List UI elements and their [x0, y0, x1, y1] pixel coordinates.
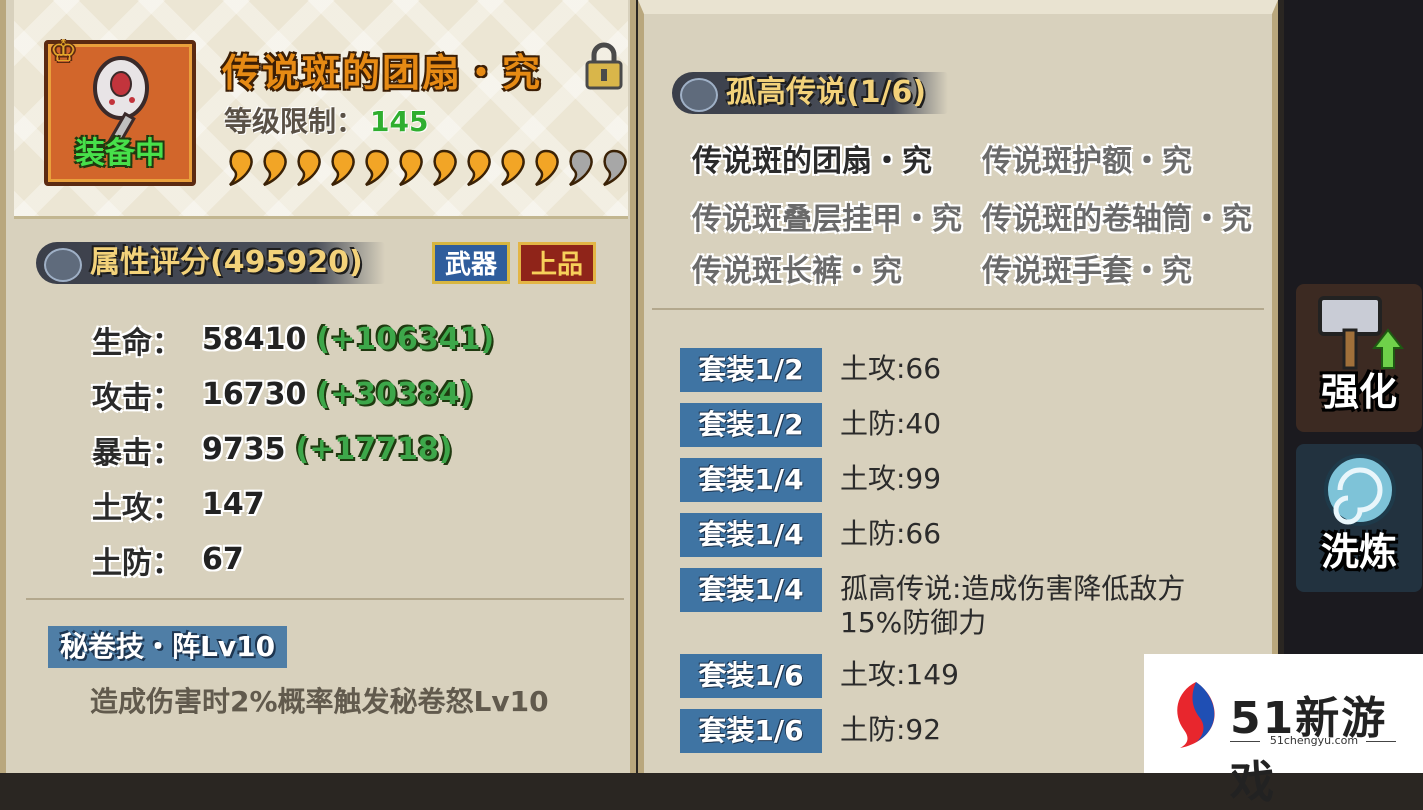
stat-label: 土攻：: [92, 490, 182, 526]
stat-value: 147: [202, 487, 265, 522]
attribute-icon: [44, 248, 82, 282]
star-filled-icon: [297, 149, 321, 187]
set-bonus-text: 孤高传说:造成伤害降低敌方15%防御力: [840, 572, 1186, 639]
divider: [652, 308, 1264, 310]
stat-list: 生命： 58410 (+106341) 攻击： 16730 (+30384) 暴…: [92, 312, 494, 587]
stat-value: 58410: [202, 322, 307, 357]
set-bonus-tag: 套装1/6: [680, 654, 822, 698]
level-value: 145: [370, 105, 429, 138]
set-bonus-text: 土攻:66: [840, 352, 942, 385]
quality-tag: 上品: [518, 242, 596, 284]
set-title: 孤高传说(1/6): [672, 72, 949, 114]
item-header: 装备中 ♔ 传说斑的团扇・究 等级限制： 145: [14, 0, 628, 219]
star-filled-icon: [331, 149, 355, 187]
set-item: 传说斑的团扇・究: [692, 144, 932, 179]
stat-bonus: (+106341): [316, 322, 495, 357]
set-bonus-tag: 套装1/4: [680, 513, 822, 557]
set-bonus-tag: 套装1/2: [680, 348, 822, 392]
star-empty-icon: [569, 149, 593, 187]
star-filled-icon: [365, 149, 389, 187]
refine-button[interactable]: 洗炼: [1296, 444, 1422, 592]
stat-value: 9735: [202, 432, 286, 467]
rank-badge-icon: ♔: [50, 34, 77, 69]
divider: [26, 598, 624, 600]
stat-row: 攻击： 16730 (+30384): [92, 367, 494, 422]
upgrade-button[interactable]: 强化: [1296, 284, 1422, 432]
item-detail-panel: 装备中 ♔ 传说斑的团扇・究 等级限制： 145 属性评分(495920) 武器 …: [0, 0, 636, 773]
star-empty-icon: [603, 149, 627, 187]
set-bonus-tag: 套装1/6: [680, 709, 822, 753]
refine-label: 洗炼: [1320, 530, 1397, 574]
skill-title: 秘卷技・阵Lv10: [48, 626, 288, 668]
set-bonus-text: 土防:40: [840, 407, 942, 440]
weapon-tag: 武器: [432, 242, 510, 284]
stat-value: 67: [202, 542, 244, 577]
attribute-score-title: 属性评分(495920): [36, 242, 385, 284]
stat-label: 土防：: [92, 545, 182, 581]
star-filled-icon: [399, 149, 423, 187]
set-bonus-tag: 套装1/4: [680, 568, 822, 612]
stat-value: 16730: [202, 377, 307, 412]
star-filled-icon: [501, 149, 525, 187]
brand-logo-icon: [1177, 682, 1215, 748]
item-name: 传说斑的团扇・究: [222, 51, 543, 95]
skill-description: 造成伤害时2%概率触发秘卷怒Lv10: [90, 685, 549, 718]
set-item: 传说斑的卷轴筒・究: [982, 202, 1252, 237]
set-item: 传说斑手套・究: [982, 254, 1192, 289]
set-title-text: 孤高传说(1/6): [726, 75, 927, 110]
stat-label: 攻击：: [92, 380, 182, 416]
stat-bonus: (+30384): [316, 377, 474, 412]
enhance-stars: [224, 148, 630, 188]
level-label: 等级限制：: [224, 105, 365, 138]
stat-row: 暴击： 9735 (+17718): [92, 422, 494, 477]
star-filled-icon: [229, 149, 253, 187]
star-filled-icon: [535, 149, 559, 187]
set-item: 传说斑叠层挂甲・究: [692, 202, 962, 237]
watermark: 51新游戏 51chengyu.com: [1144, 654, 1423, 808]
attribute-score-text: 属性评分(495920): [90, 245, 363, 280]
stat-label: 生命：: [92, 325, 182, 361]
equipped-label: 装备中: [75, 136, 165, 171]
set-item: 传说斑长裤・究: [692, 254, 902, 289]
upgrade-label: 强化: [1320, 370, 1397, 414]
set-bonus-tag: 套装1/2: [680, 403, 822, 447]
set-icon: [680, 78, 718, 112]
star-filled-icon: [263, 149, 287, 187]
star-filled-icon: [433, 149, 457, 187]
stat-row: 生命： 58410 (+106341): [92, 312, 494, 367]
set-bonus-text: 土攻:99: [840, 462, 942, 495]
swirl-icon: [1324, 454, 1396, 526]
set-bonus-text: 土防:66: [840, 517, 942, 550]
lock-icon[interactable]: [584, 42, 624, 90]
set-item: 传说斑护额・究: [982, 144, 1192, 179]
level-requirement: 等级限制： 145: [224, 100, 428, 140]
stat-row: 土防： 67: [92, 532, 494, 587]
set-bonus-tag: 套装1/4: [680, 458, 822, 502]
star-filled-icon: [467, 149, 491, 187]
stat-label: 暴击：: [92, 435, 182, 471]
hammer-icon: [1318, 296, 1405, 370]
stat-row: 土攻： 147: [92, 477, 494, 532]
stat-bonus: (+17718): [295, 432, 453, 467]
divider: [1366, 741, 1396, 742]
